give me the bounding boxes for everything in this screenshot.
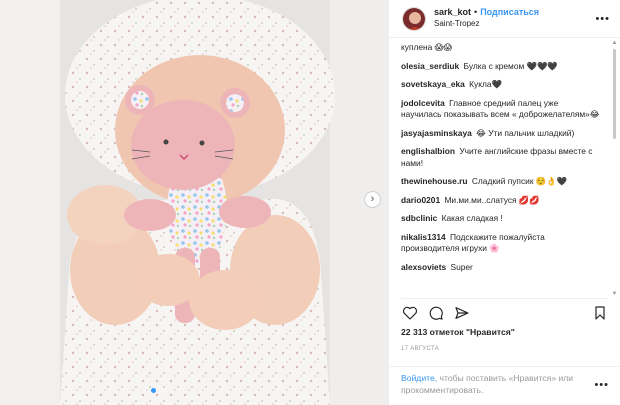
comment-item: alexsoviets Super [401,262,601,274]
comment-item: jasyajasminskaya 😂 Ути пальчик шладкий) [401,128,601,140]
post-header: sark_kot • Подписаться Saint-Tropez ••• [389,0,620,38]
comment-text: Ми.ми.ми..слатуся 💋💋 [444,194,540,205]
comment-text: Булка с кремом 🖤🖤🖤 [463,60,558,71]
comment-item: куплена 😱😱 [401,42,601,54]
header-separator: • [474,7,478,18]
location-link[interactable]: Saint-Tropez [434,19,539,29]
comment-text: Кукла🖤 [469,79,502,89]
comment-text: Super [450,261,473,272]
share-button[interactable] [453,304,471,322]
comment-username[interactable]: jodolcevita [401,98,445,108]
comment-text: 😂 Ути пальчик шладкий) [476,127,575,138]
comments-scrollbar[interactable]: ▲ ▼ [611,40,618,298]
comment-username[interactable]: thewinehouse.ru [401,176,468,186]
login-link[interactable]: Войдите, [401,373,437,383]
slide-dot-active [151,388,156,393]
comment-item: nikalis1314 Подскажите пожалуйста произв… [401,232,601,255]
like-button[interactable] [401,304,419,322]
likes-count[interactable]: 22 313 отметок "Нравится" [401,327,515,337]
bookmark-icon [595,306,605,320]
post-actions [401,303,609,323]
comment-item: olesia_serdiuk Булка с кремом 🖤🖤🖤 [401,61,601,73]
scroll-thumb[interactable] [613,49,616,139]
heart-icon [402,306,418,320]
scroll-up-arrow-icon[interactable]: ▲ [611,40,618,47]
post-photo[interactable]: › [0,0,388,405]
save-button[interactable] [591,304,609,322]
comment-username[interactable]: dario0201 [401,195,440,205]
comment-item: jodolcevita Главное средний палец уже на… [401,98,601,121]
header-text: sark_kot • Подписаться Saint-Tropez [434,7,539,29]
follow-button[interactable]: Подписаться [480,7,539,18]
comment-username[interactable]: nikalis1314 [401,232,446,242]
login-prompt: Войдите, чтобы поставить «Нравится» или … [401,373,591,396]
comment-text: куплена 😱😱 [401,42,453,52]
login-footer: Войдите, чтобы поставить «Нравится» или … [389,366,620,405]
post-date: 17 АВГУСТА [401,346,440,352]
comment-item: sdbclinic Какая сладкая ! [401,213,601,225]
share-icon [455,307,469,319]
divider [401,298,608,299]
comment-username[interactable]: sdbclinic [401,213,437,223]
comment-username[interactable]: jasyajasminskaya [401,128,472,138]
comment-username[interactable]: olesia_serdiuk [401,61,459,71]
comment-icon [429,306,443,320]
slide-indicator [151,388,164,393]
comment-text: Сладкий пупсик ☺️👌🖤 [471,176,568,186]
comment-username[interactable]: alexsoviets [401,262,446,272]
header-top-row: sark_kot • Подписаться [434,7,539,18]
more-options-button[interactable]: ••• [595,13,610,25]
comment-list: куплена 😱😱 olesia_serdiuk Булка с кремом … [389,40,611,298]
next-slide-button[interactable]: › [364,191,381,208]
comment-username[interactable]: englishalbion [401,146,455,156]
chevron-right-icon: › [370,193,375,205]
footer-more-options-button[interactable]: ••• [594,379,609,391]
avatar[interactable] [402,6,426,31]
username-link[interactable]: sark_kot [434,7,471,18]
comment-text: Какая сладкая ! [441,213,503,223]
comment-item: sovetskaya_eka Кукла🖤 [401,79,601,91]
comment-username[interactable]: sovetskaya_eka [401,79,465,89]
baby-photo-image [0,0,388,405]
comment-button[interactable] [427,304,445,322]
scroll-down-arrow-icon[interactable]: ▼ [611,291,618,298]
comment-item: dario0201 Ми.ми.ми..слатуся 💋💋 [401,195,601,207]
comment-item: thewinehouse.ru Сладкий пупсик ☺️👌🖤 [401,176,601,188]
slide-dot [159,388,164,393]
post-sidebar: sark_kot • Подписаться Saint-Tropez ••• … [388,0,620,405]
comment-item: englishalbion Учите английские фразы вме… [401,146,601,169]
avatar-image [403,7,425,30]
